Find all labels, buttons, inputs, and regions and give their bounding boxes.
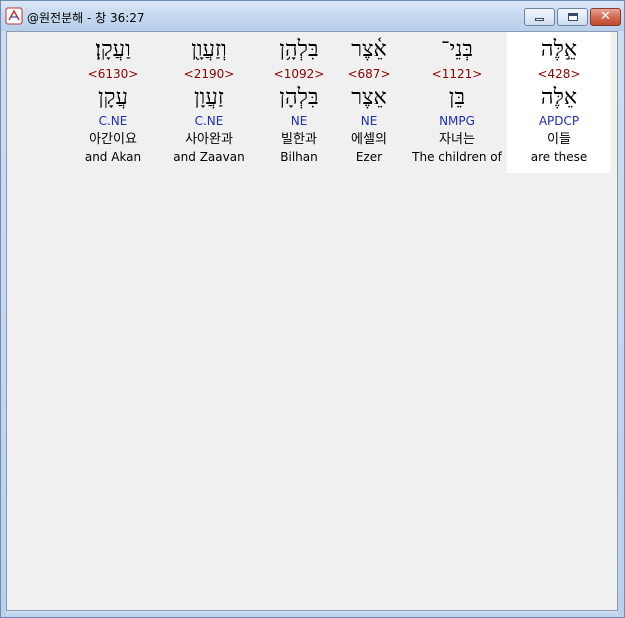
hebrew-word: בִּלְהָ֥ן	[279, 37, 319, 62]
hebrew-word: וַעֲקָֽן׃	[95, 37, 131, 62]
strong-number: <1092>	[273, 67, 325, 81]
minimize-button[interactable]	[524, 8, 555, 26]
strong-number: <1121>	[431, 67, 483, 81]
morphology-code: NE	[290, 114, 308, 128]
word-column[interactable]: בִּלְהָ֥ן <1092> בִּלְהָן NE 빌한과 Bilhan	[251, 32, 347, 173]
english-gloss: and Zaavan	[173, 150, 245, 164]
english-gloss: Bilhan	[280, 150, 318, 164]
hebrew-lemma: בֵּן	[448, 85, 466, 110]
korean-gloss: 이들	[547, 132, 571, 147]
title-bar[interactable]: @원전분해 - 창 36:27 ✕	[1, 1, 624, 31]
english-gloss: The children of	[412, 150, 502, 164]
morphology-code: C.NE	[194, 114, 224, 128]
morphology-code: NMPG	[439, 114, 475, 128]
korean-gloss: 아간이요	[89, 132, 137, 147]
hebrew-word: אֵ֣לֶּה	[540, 37, 578, 62]
hebrew-word: בְּנֵי־	[441, 37, 473, 62]
morphology-code: APDCP	[538, 114, 580, 128]
close-icon: ✕	[600, 9, 611, 24]
hebrew-lemma: אֵלֶּה	[540, 85, 578, 110]
word-column[interactable]: וַעֲקָֽן׃ <6130> עֲקָן C.NE 아간이요 and Akan	[63, 32, 163, 173]
maximize-button[interactable]	[557, 8, 588, 26]
english-gloss: are these	[530, 150, 588, 164]
hebrew-word: וְזַעֲוָ֖ן	[191, 37, 227, 62]
close-button[interactable]: ✕	[590, 8, 621, 26]
hebrew-lemma: עֲקָן	[98, 85, 128, 110]
app-icon	[5, 7, 23, 25]
interlinear-panel[interactable]: אֵ֣לֶּה <428> אֵלֶּה APDCP 이들 are these בְּנֵי…	[6, 31, 618, 611]
hebrew-lemma: בִּלְהָן	[279, 85, 319, 110]
minimize-icon	[535, 18, 544, 21]
english-gloss: and Akan	[84, 150, 142, 164]
word-column[interactable]: וְזַעֲוָ֖ן <2190> זַעֲוָן C.NE 사아완과 and Zaava…	[159, 32, 259, 173]
korean-gloss: 사아완과	[185, 132, 233, 147]
window-title: @원전분해 - 창 36:27	[27, 11, 145, 25]
morphology-code: C.NE	[98, 114, 128, 128]
hebrew-lemma: זַעֲוָן	[194, 85, 224, 110]
maximize-icon	[568, 13, 578, 21]
korean-gloss: 빌한과	[281, 132, 317, 147]
word-column[interactable]: אֵ֣לֶּה <428> אֵלֶּה APDCP 이들 are these	[507, 32, 611, 173]
app-window: @원전분해 - 창 36:27 ✕ אֵ֣לֶּה <428> אֵלֶּה APDC…	[0, 0, 625, 618]
korean-gloss: 자녀는	[439, 132, 475, 147]
strong-number: <2190>	[183, 67, 235, 81]
window-bottom-frame	[6, 611, 618, 617]
strong-number: <428>	[537, 67, 581, 81]
word-column[interactable]: בְּנֵי־ <1121> בֵּן NMPG 자녀는 The children of	[407, 32, 507, 173]
strong-number: <6130>	[87, 67, 139, 81]
